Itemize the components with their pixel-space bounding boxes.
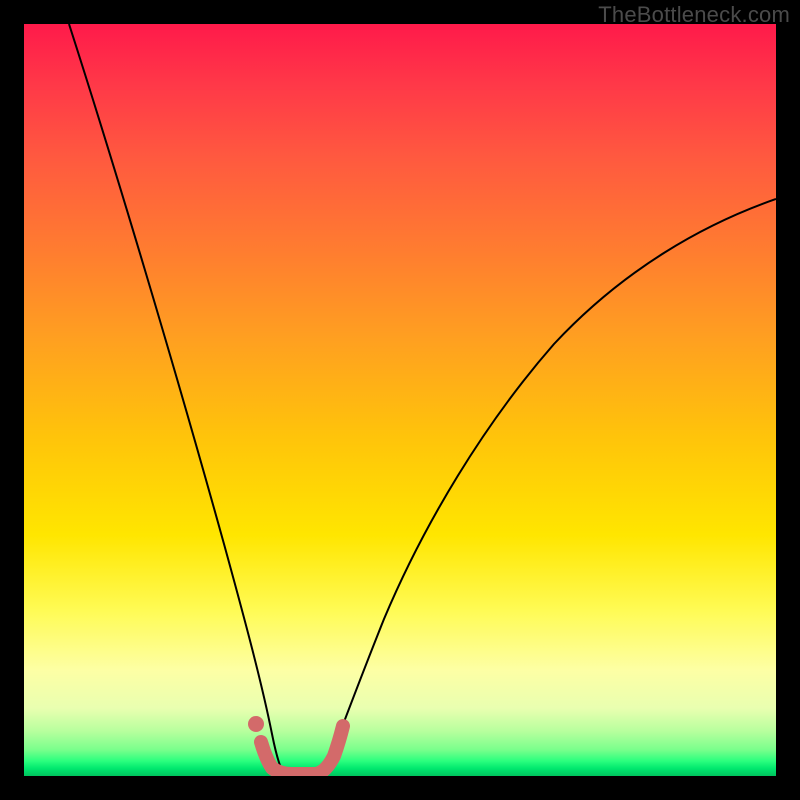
curve-left-branch — [69, 24, 284, 774]
chart-plot-area — [24, 24, 776, 776]
marker-left-dot — [248, 716, 264, 732]
valley-highlight — [261, 726, 343, 774]
curve-right-branch — [324, 199, 776, 774]
chart-overlay-svg — [24, 24, 776, 776]
watermark-text: TheBottleneck.com — [598, 2, 790, 28]
